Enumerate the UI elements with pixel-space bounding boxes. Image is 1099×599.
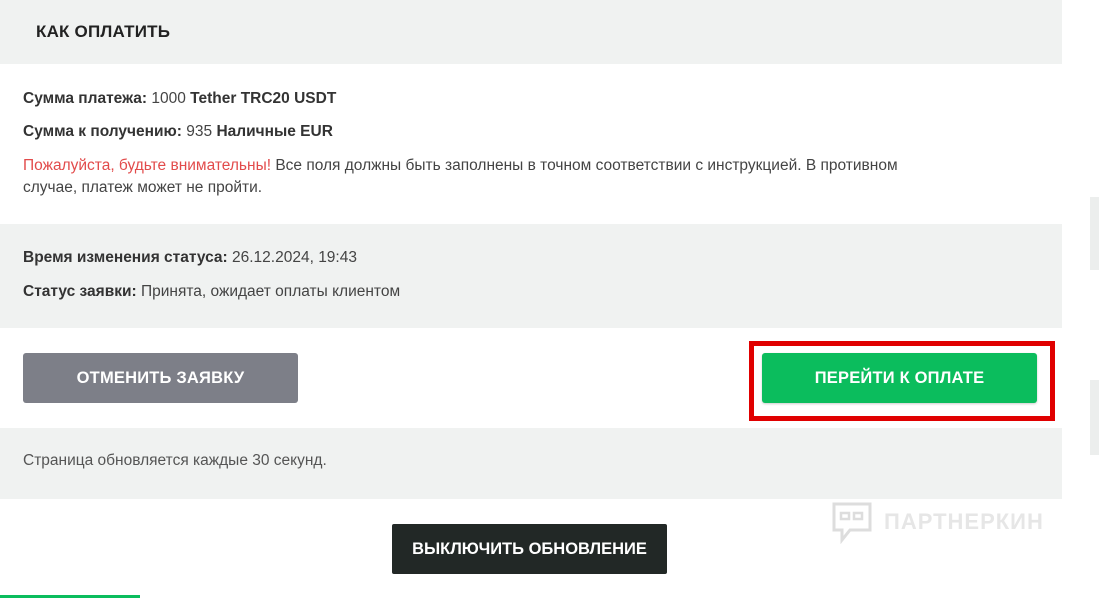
status-section: Время изменения статуса: 26.12.2024, 19:…: [0, 224, 1062, 328]
receive-amount-value: 935: [186, 123, 213, 140]
status-changed-value: 26.12.2024, 19:43: [232, 249, 357, 266]
actions-section: ОТМЕНИТЬ ЗАЯВКУ ПЕРЕЙТИ К ОПЛАТЕ: [0, 328, 1062, 428]
payment-amount-currency: Tether TRC20 USDT: [190, 90, 337, 107]
receive-amount-line: Сумма к получению: 935 Наличные EUR: [23, 121, 333, 143]
side-scroll-element: [1090, 197, 1099, 270]
order-status-value: Принята, ожидает оплаты клиентом: [141, 283, 401, 300]
order-status-label: Статус заявки:: [23, 283, 137, 300]
go-to-payment-button[interactable]: ПЕРЕЙТИ К ОПЛАТЕ: [762, 353, 1037, 403]
status-changed-label: Время изменения статуса:: [23, 249, 228, 266]
refresh-note: Страница обновляется каждые 30 секунд.: [23, 452, 327, 469]
refresh-section: Страница обновляется каждые 30 секунд.: [0, 428, 1062, 499]
order-status-line: Статус заявки: Принята, ожидает оплаты к…: [23, 281, 400, 303]
warning-text-1: Все поля должны быть заполнены в точном …: [271, 157, 898, 174]
receive-amount-currency: Наличные EUR: [216, 123, 333, 140]
page-title: КАК ОПЛАТИТЬ: [36, 22, 171, 41]
chat-bubble-icon: [832, 502, 872, 544]
watermark: ПАРТНЕРКИН: [830, 500, 1044, 544]
side-scroll-element: [1090, 380, 1099, 455]
warning-highlight: Пожалуйста, будьте внимательны!: [23, 157, 272, 174]
warning-text-2: случае, платеж может не пройти.: [23, 179, 263, 196]
payment-amount-label: Сумма платежа:: [23, 90, 148, 107]
watermark-text: ПАРТНЕРКИН: [884, 509, 1044, 534]
how-to-pay-header: КАК ОПЛАТИТЬ: [0, 0, 1062, 64]
receive-amount-label: Сумма к получению:: [23, 123, 182, 140]
bottom-progress-accent: [0, 595, 140, 598]
payment-amount-value: 1000: [151, 90, 186, 107]
disable-refresh-button[interactable]: ВЫКЛЮЧИТЬ ОБНОВЛЕНИЕ: [392, 524, 667, 574]
warning-message: Пожалуйста, будьте внимательны! Все поля…: [23, 155, 898, 199]
cancel-order-button[interactable]: ОТМЕНИТЬ ЗАЯВКУ: [23, 353, 298, 403]
payment-info-section: Сумма платежа: 1000 Tether TRC20 USDT Су…: [0, 64, 1062, 224]
status-changed-line: Время изменения статуса: 26.12.2024, 19:…: [23, 247, 357, 269]
payment-amount-line: Сумма платежа: 1000 Tether TRC20 USDT: [23, 88, 336, 110]
